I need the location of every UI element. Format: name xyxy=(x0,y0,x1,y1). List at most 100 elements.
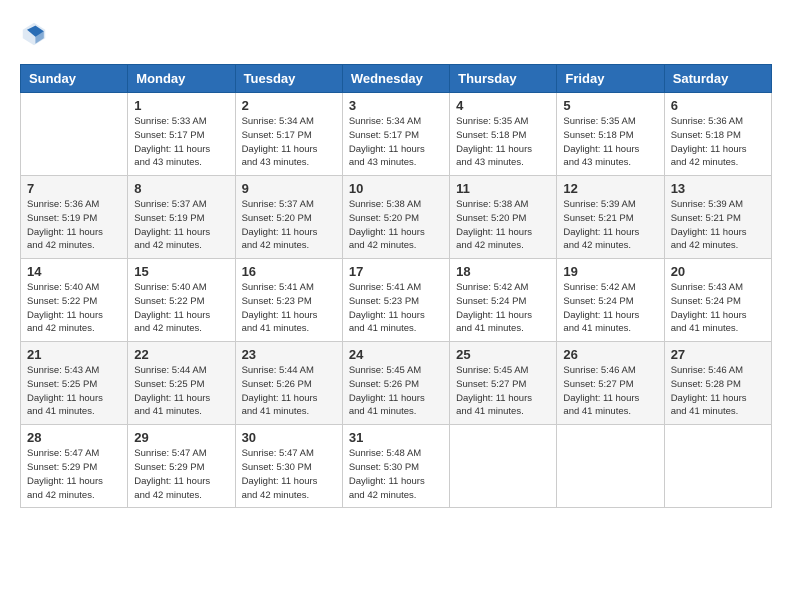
day-info: Sunrise: 5:46 AM Sunset: 5:27 PM Dayligh… xyxy=(563,364,657,419)
calendar-cell xyxy=(21,93,128,176)
calendar-cell: 13 Sunrise: 5:39 AM Sunset: 5:21 PM Dayli… xyxy=(664,176,771,259)
calendar-header-row: SundayMondayTuesdayWednesdayThursdayFrid… xyxy=(21,65,772,93)
calendar-week-5: 28 Sunrise: 5:47 AM Sunset: 5:29 PM Dayli… xyxy=(21,425,772,508)
logo-icon xyxy=(20,20,48,48)
day-info: Sunrise: 5:44 AM Sunset: 5:26 PM Dayligh… xyxy=(242,364,336,419)
day-number: 24 xyxy=(349,347,443,362)
calendar-cell: 10 Sunrise: 5:38 AM Sunset: 5:20 PM Dayli… xyxy=(342,176,449,259)
calendar-cell: 4 Sunrise: 5:35 AM Sunset: 5:18 PM Daylig… xyxy=(450,93,557,176)
day-number: 28 xyxy=(27,430,121,445)
day-number: 30 xyxy=(242,430,336,445)
calendar-cell: 24 Sunrise: 5:45 AM Sunset: 5:26 PM Dayli… xyxy=(342,342,449,425)
day-number: 27 xyxy=(671,347,765,362)
calendar-cell: 17 Sunrise: 5:41 AM Sunset: 5:23 PM Dayli… xyxy=(342,259,449,342)
calendar-cell: 31 Sunrise: 5:48 AM Sunset: 5:30 PM Dayli… xyxy=(342,425,449,508)
calendar-cell: 1 Sunrise: 5:33 AM Sunset: 5:17 PM Daylig… xyxy=(128,93,235,176)
calendar-cell: 21 Sunrise: 5:43 AM Sunset: 5:25 PM Dayli… xyxy=(21,342,128,425)
day-number: 12 xyxy=(563,181,657,196)
day-number: 13 xyxy=(671,181,765,196)
day-info: Sunrise: 5:38 AM Sunset: 5:20 PM Dayligh… xyxy=(456,198,550,253)
day-info: Sunrise: 5:34 AM Sunset: 5:17 PM Dayligh… xyxy=(349,115,443,170)
day-number: 17 xyxy=(349,264,443,279)
day-number: 3 xyxy=(349,98,443,113)
calendar-cell: 26Sunrise: 5:46 AM Sunset: 5:27 PM Dayli… xyxy=(557,342,664,425)
day-info: Sunrise: 5:36 AM Sunset: 5:19 PM Dayligh… xyxy=(27,198,121,253)
calendar-cell xyxy=(450,425,557,508)
calendar-cell: 16Sunrise: 5:41 AM Sunset: 5:23 PM Dayli… xyxy=(235,259,342,342)
day-number: 9 xyxy=(242,181,336,196)
calendar-week-1: 1 Sunrise: 5:33 AM Sunset: 5:17 PM Daylig… xyxy=(21,93,772,176)
day-number: 2 xyxy=(242,98,336,113)
calendar-cell: 22Sunrise: 5:44 AM Sunset: 5:25 PM Dayli… xyxy=(128,342,235,425)
logo xyxy=(20,20,52,48)
day-info: Sunrise: 5:41 AM Sunset: 5:23 PM Dayligh… xyxy=(242,281,336,336)
day-info: Sunrise: 5:33 AM Sunset: 5:17 PM Dayligh… xyxy=(134,115,228,170)
calendar-week-4: 21 Sunrise: 5:43 AM Sunset: 5:25 PM Dayli… xyxy=(21,342,772,425)
calendar-cell: 19 Sunrise: 5:42 AM Sunset: 5:24 PM Dayli… xyxy=(557,259,664,342)
calendar-header-saturday: Saturday xyxy=(664,65,771,93)
day-number: 11 xyxy=(456,181,550,196)
day-info: Sunrise: 5:37 AM Sunset: 5:20 PM Dayligh… xyxy=(242,198,336,253)
calendar-cell: 12 Sunrise: 5:39 AM Sunset: 5:21 PM Dayli… xyxy=(557,176,664,259)
day-info: Sunrise: 5:47 AM Sunset: 5:29 PM Dayligh… xyxy=(134,447,228,502)
day-info: Sunrise: 5:35 AM Sunset: 5:18 PM Dayligh… xyxy=(456,115,550,170)
calendar-header-friday: Friday xyxy=(557,65,664,93)
day-number: 5 xyxy=(563,98,657,113)
day-info: Sunrise: 5:43 AM Sunset: 5:24 PM Dayligh… xyxy=(671,281,765,336)
day-info: Sunrise: 5:42 AM Sunset: 5:24 PM Dayligh… xyxy=(563,281,657,336)
day-number: 1 xyxy=(134,98,228,113)
calendar-cell: 27 Sunrise: 5:46 AM Sunset: 5:28 PM Dayli… xyxy=(664,342,771,425)
day-info: Sunrise: 5:47 AM Sunset: 5:29 PM Dayligh… xyxy=(27,447,121,502)
day-info: Sunrise: 5:35 AM Sunset: 5:18 PM Dayligh… xyxy=(563,115,657,170)
calendar-cell: 6Sunrise: 5:36 AM Sunset: 5:18 PM Daylig… xyxy=(664,93,771,176)
calendar-cell xyxy=(664,425,771,508)
calendar-cell: 15 Sunrise: 5:40 AM Sunset: 5:22 PM Dayli… xyxy=(128,259,235,342)
day-number: 21 xyxy=(27,347,121,362)
calendar-cell: 5 Sunrise: 5:35 AM Sunset: 5:18 PM Daylig… xyxy=(557,93,664,176)
day-info: Sunrise: 5:41 AM Sunset: 5:23 PM Dayligh… xyxy=(349,281,443,336)
calendar-cell: 11 Sunrise: 5:38 AM Sunset: 5:20 PM Dayli… xyxy=(450,176,557,259)
day-info: Sunrise: 5:43 AM Sunset: 5:25 PM Dayligh… xyxy=(27,364,121,419)
day-info: Sunrise: 5:48 AM Sunset: 5:30 PM Dayligh… xyxy=(349,447,443,502)
calendar-cell: 2 Sunrise: 5:34 AM Sunset: 5:17 PM Daylig… xyxy=(235,93,342,176)
day-number: 14 xyxy=(27,264,121,279)
calendar-cell: 29 Sunrise: 5:47 AM Sunset: 5:29 PM Dayli… xyxy=(128,425,235,508)
day-number: 15 xyxy=(134,264,228,279)
day-number: 7 xyxy=(27,181,121,196)
day-number: 18 xyxy=(456,264,550,279)
day-info: Sunrise: 5:40 AM Sunset: 5:22 PM Dayligh… xyxy=(134,281,228,336)
calendar-header-wednesday: Wednesday xyxy=(342,65,449,93)
day-info: Sunrise: 5:36 AM Sunset: 5:18 PM Dayligh… xyxy=(671,115,765,170)
day-number: 19 xyxy=(563,264,657,279)
day-info: Sunrise: 5:46 AM Sunset: 5:28 PM Dayligh… xyxy=(671,364,765,419)
day-info: Sunrise: 5:34 AM Sunset: 5:17 PM Dayligh… xyxy=(242,115,336,170)
calendar-cell: 8 Sunrise: 5:37 AM Sunset: 5:19 PM Daylig… xyxy=(128,176,235,259)
day-info: Sunrise: 5:47 AM Sunset: 5:30 PM Dayligh… xyxy=(242,447,336,502)
day-info: Sunrise: 5:39 AM Sunset: 5:21 PM Dayligh… xyxy=(671,198,765,253)
day-number: 20 xyxy=(671,264,765,279)
day-number: 8 xyxy=(134,181,228,196)
calendar-cell: 30 Sunrise: 5:47 AM Sunset: 5:30 PM Dayli… xyxy=(235,425,342,508)
day-info: Sunrise: 5:40 AM Sunset: 5:22 PM Dayligh… xyxy=(27,281,121,336)
day-info: Sunrise: 5:42 AM Sunset: 5:24 PM Dayligh… xyxy=(456,281,550,336)
calendar-header-sunday: Sunday xyxy=(21,65,128,93)
day-number: 25 xyxy=(456,347,550,362)
calendar-cell: 18 Sunrise: 5:42 AM Sunset: 5:24 PM Dayli… xyxy=(450,259,557,342)
day-number: 29 xyxy=(134,430,228,445)
day-info: Sunrise: 5:39 AM Sunset: 5:21 PM Dayligh… xyxy=(563,198,657,253)
day-info: Sunrise: 5:38 AM Sunset: 5:20 PM Dayligh… xyxy=(349,198,443,253)
day-info: Sunrise: 5:45 AM Sunset: 5:27 PM Dayligh… xyxy=(456,364,550,419)
day-info: Sunrise: 5:45 AM Sunset: 5:26 PM Dayligh… xyxy=(349,364,443,419)
calendar-cell: 23Sunrise: 5:44 AM Sunset: 5:26 PM Dayli… xyxy=(235,342,342,425)
day-number: 31 xyxy=(349,430,443,445)
calendar-cell: 9 Sunrise: 5:37 AM Sunset: 5:20 PM Daylig… xyxy=(235,176,342,259)
day-number: 22 xyxy=(134,347,228,362)
calendar-cell: 3 Sunrise: 5:34 AM Sunset: 5:17 PM Daylig… xyxy=(342,93,449,176)
calendar-cell xyxy=(557,425,664,508)
day-info: Sunrise: 5:37 AM Sunset: 5:19 PM Dayligh… xyxy=(134,198,228,253)
day-number: 10 xyxy=(349,181,443,196)
calendar-header-monday: Monday xyxy=(128,65,235,93)
calendar-week-2: 7 Sunrise: 5:36 AM Sunset: 5:19 PM Daylig… xyxy=(21,176,772,259)
day-number: 4 xyxy=(456,98,550,113)
calendar-cell: 20 Sunrise: 5:43 AM Sunset: 5:24 PM Dayli… xyxy=(664,259,771,342)
